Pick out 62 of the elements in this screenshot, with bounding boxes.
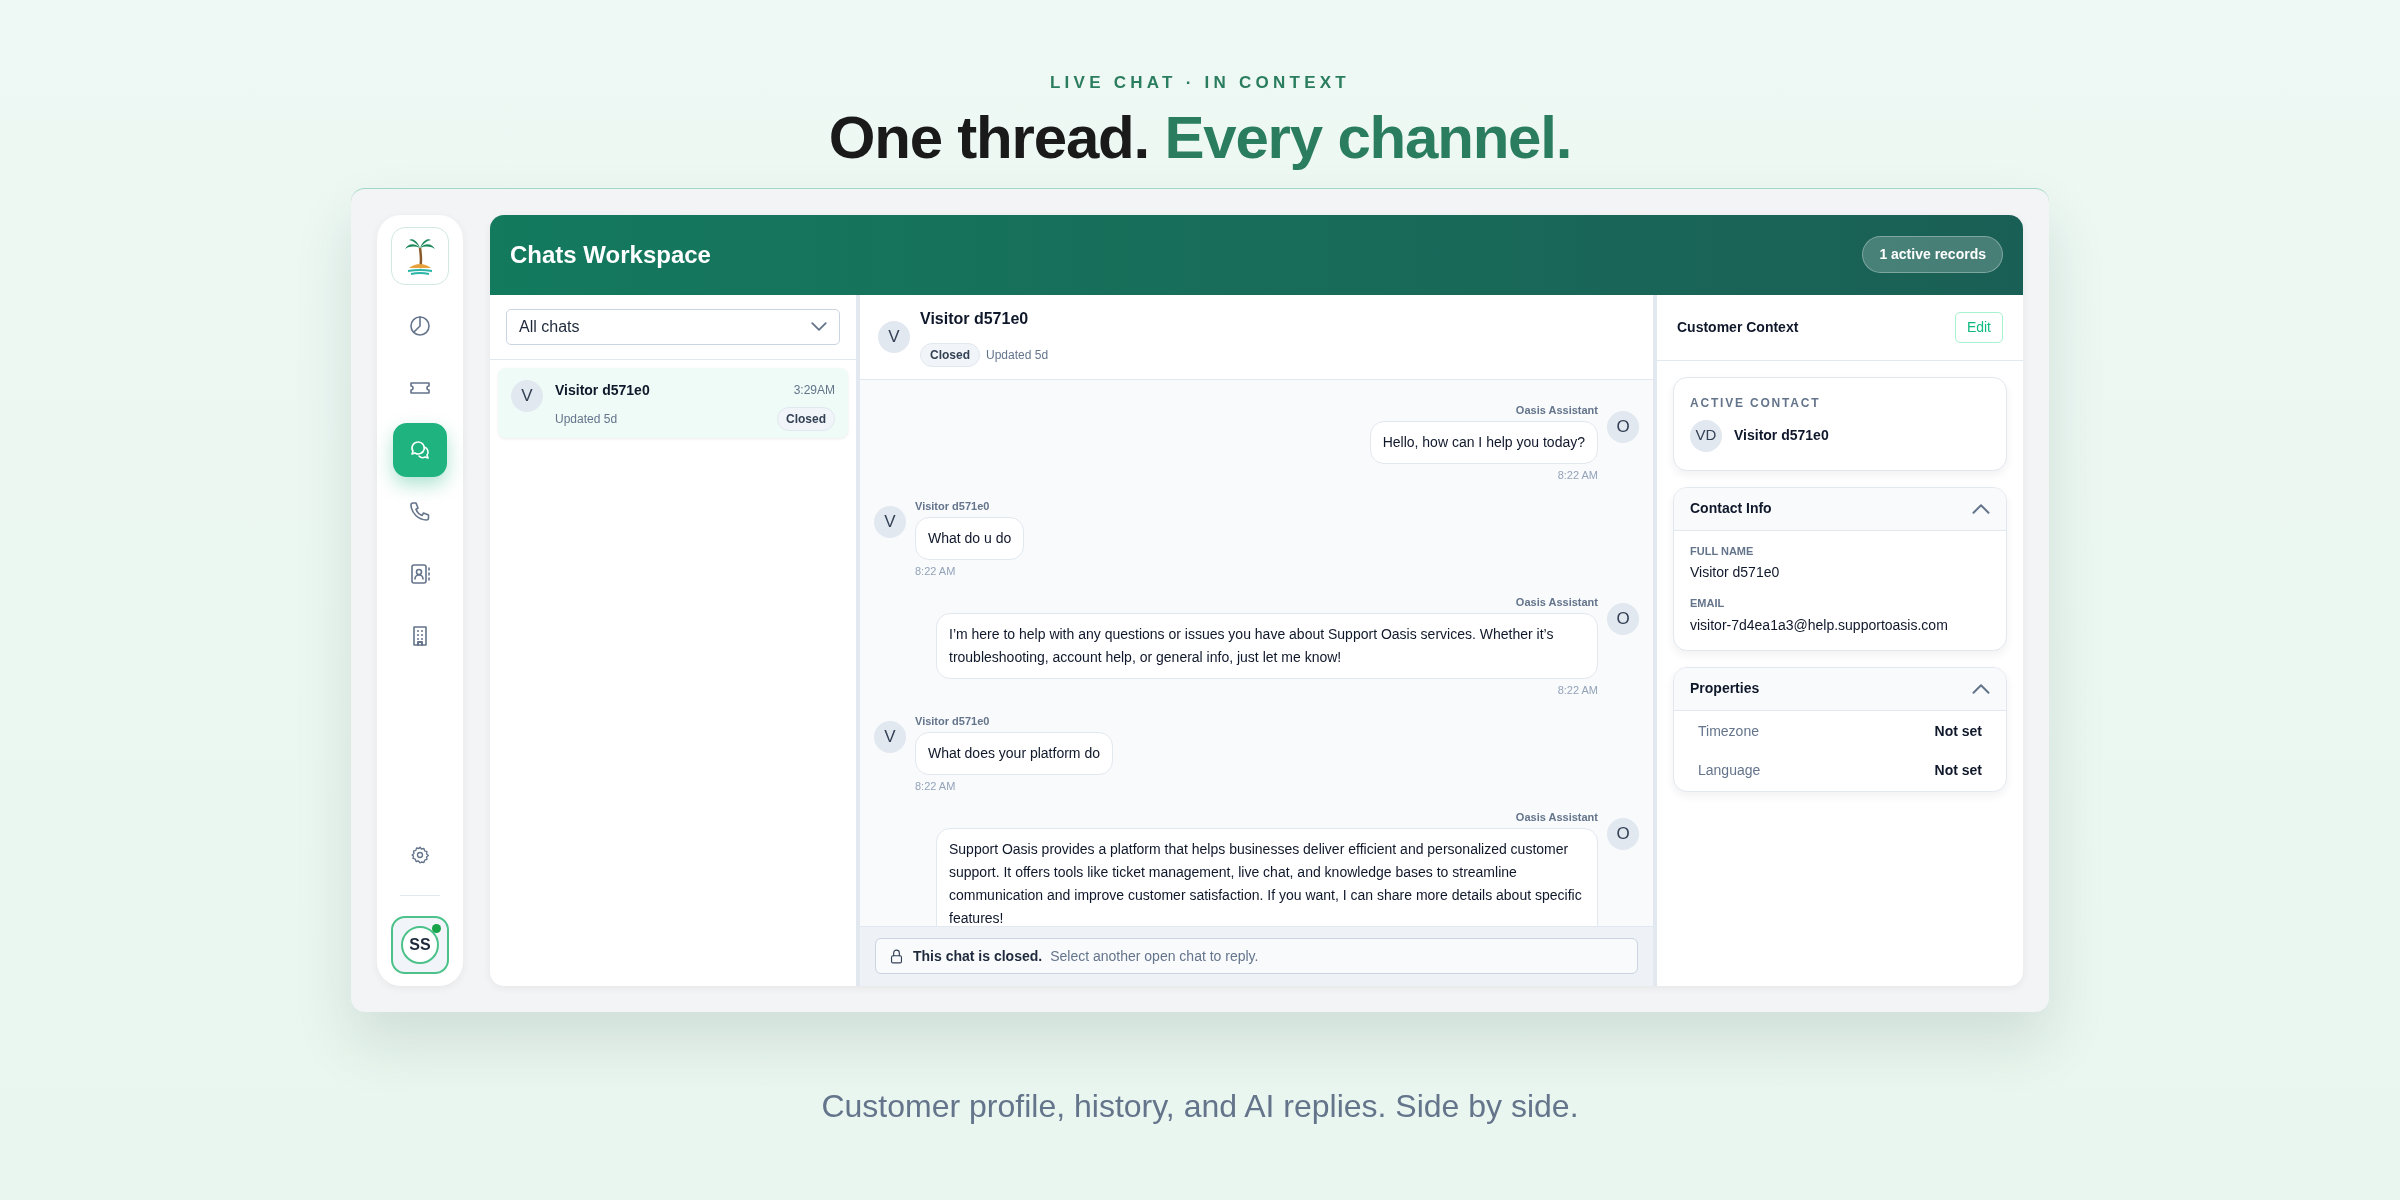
sender-name: Visitor d571e0 — [915, 713, 990, 729]
sender-name: Oasis Assistant — [1515, 594, 1598, 610]
chat-list-item[interactable]: V Visitor d571e0 3:29AM Updated 5d Closed — [498, 367, 848, 438]
contact-avatar: VD — [1690, 419, 1722, 452]
closed-title: This chat is closed. — [913, 946, 1043, 966]
property-value: Not set — [1934, 721, 1982, 741]
message-time: 8:22 AM — [915, 779, 956, 794]
status-badge: Closed — [920, 342, 980, 367]
message-time: 8:22 AM — [1557, 683, 1598, 698]
sender-name: Oasis Assistant — [1515, 402, 1598, 418]
sender-avatar: O — [1607, 410, 1639, 443]
message-bubble: What do u do — [915, 517, 1025, 560]
chat-updated: Updated 5d — [555, 410, 618, 428]
updated-text: Updated 5d — [986, 346, 1049, 364]
message-time: 8:22 AM — [915, 564, 956, 579]
sender-avatar: O — [1607, 602, 1639, 635]
chat-filter-dropdown[interactable]: All chats — [506, 308, 840, 345]
contact-book-icon — [408, 561, 432, 586]
caption-text: Customer profile, history, and AI replies. Side by side. — [821, 1086, 1579, 1126]
pie-chart-icon — [408, 313, 432, 338]
eyebrow-text: LIVE CHAT · IN CONTEXT — [1050, 72, 1350, 94]
chevron-down-icon — [811, 322, 827, 331]
status-badge: Closed — [777, 406, 835, 431]
message-bubble: What does your platform do — [915, 732, 1113, 775]
chevron-up-icon — [1972, 683, 1990, 694]
chat-name: Visitor d571e0 — [555, 380, 650, 400]
field-label: FULL NAME — [1690, 543, 1755, 559]
headline: One thread. Every channel. — [828, 102, 1572, 173]
contact-avatar: V — [878, 320, 910, 353]
records-badge: 1 active records — [1862, 236, 2003, 273]
contact-name: Visitor d571e0 — [1734, 426, 1829, 445]
sender-avatar: V — [874, 720, 906, 753]
field-value: visitor-7d4ea1a3@help.supportoasis.com — [1690, 615, 1949, 635]
message-bubble: Support Oasis provides a platform that helps businesses deliver efficient and personalized customer support. It offers tools like ticket management, live chat, and knowledge bases to streamline communication and improve customer satisfaction. If you want, I can share more details about specific features! — [936, 828, 1598, 926]
user-avatar: SS — [401, 925, 439, 964]
message-bubble: I’m here to help with any questions or issues you have about Support Oasis services. Whether it’s troubleshooting, account help, or general info, just let me know! — [936, 613, 1598, 679]
chat-time: 3:29AM — [793, 382, 835, 399]
sender-name: Oasis Assistant — [1515, 809, 1598, 825]
panel-title: Customer Context — [1677, 317, 1799, 337]
workspace-title: Chats Workspace — [510, 239, 711, 270]
lock-icon — [888, 947, 905, 965]
property-value: Not set — [1934, 760, 1982, 780]
message-time: 8:22 AM — [1557, 468, 1598, 483]
property-label: Timezone — [1698, 721, 1759, 741]
sender-avatar: O — [1607, 817, 1639, 850]
field-value: Visitor d571e0 — [1690, 563, 1781, 582]
message-bubble: Hello, how can I help you today? — [1369, 421, 1598, 464]
field-label: EMAIL — [1690, 596, 1726, 611]
property-label: Language — [1698, 760, 1761, 780]
closed-hint: Select another open chat to reply. — [1050, 946, 1259, 966]
sender-name: Visitor d571e0 — [915, 498, 990, 514]
conversation-title: Visitor d571e0 — [920, 308, 1030, 329]
card-label: ACTIVE CONTACT — [1690, 394, 1822, 412]
section-header[interactable]: Properties — [1674, 667, 2006, 711]
nav-button[interactable] — [393, 422, 447, 477]
settings-icon — [410, 844, 430, 865]
chevron-up-icon — [1972, 503, 1990, 514]
section-header[interactable]: Contact Info — [1674, 487, 2006, 531]
user-button[interactable]: SS — [391, 915, 449, 974]
sender-avatar: V — [874, 505, 906, 538]
contact-avatar: V — [511, 379, 543, 412]
phone-icon — [408, 499, 432, 524]
